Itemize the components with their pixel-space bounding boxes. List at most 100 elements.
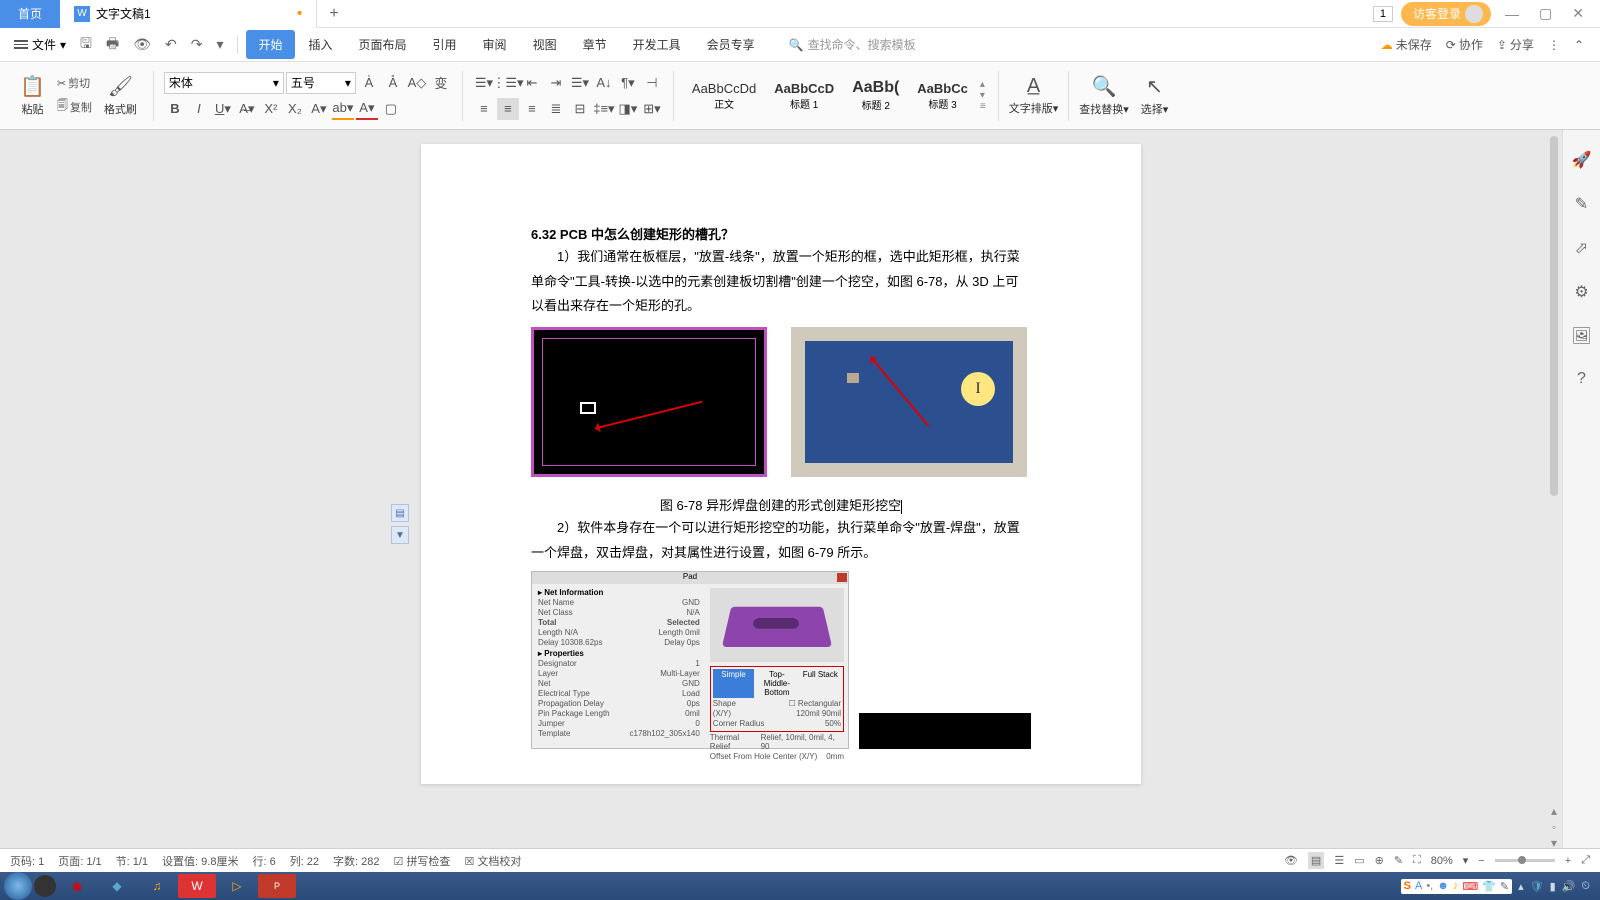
show-marks-icon[interactable]: ¶▾ <box>617 72 639 94</box>
align-center-icon[interactable]: ≡ <box>497 98 519 120</box>
embedded-image-1[interactable] <box>531 327 767 477</box>
style-body[interactable]: AaBbCcDd正文 <box>684 79 764 113</box>
taskbar-app-3[interactable]: ◆ <box>98 874 136 898</box>
collapse-ribbon-icon[interactable]: ⌃ <box>1574 38 1584 52</box>
close-button[interactable]: ✕ <box>1566 5 1590 22</box>
embedded-image-3[interactable]: Pad ▸ Net Information Net NameGND Net Cl… <box>531 571 849 749</box>
line-spacing-top-icon[interactable]: ☰▾ <box>569 72 591 94</box>
tab-document[interactable]: W 文字文稿1 • <box>60 0 317 28</box>
distribute-icon[interactable]: ⊟ <box>569 98 591 120</box>
status-page-no[interactable]: 页码: 1 <box>10 853 44 869</box>
borders-icon[interactable]: ⊞▾ <box>641 98 663 120</box>
settings-sliders-icon[interactable]: ⚙ <box>1574 282 1588 302</box>
page-tool-2[interactable]: ▼ <box>391 526 409 544</box>
menu-references[interactable]: 引用 <box>421 30 469 59</box>
chevron-down-icon[interactable]: ▾ <box>210 36 229 53</box>
paste-button[interactable]: 📋粘贴 <box>14 72 51 119</box>
copy-button[interactable]: 🗐 复制 <box>53 95 96 118</box>
strikethrough-icon[interactable]: A̶▾ <box>236 98 258 120</box>
tab-stop-icon[interactable]: ⊣ <box>641 72 663 94</box>
menu-start[interactable]: 开始 <box>246 30 294 59</box>
taskbar-app-5[interactable]: W <box>178 874 216 898</box>
text-layout-button[interactable]: A̲文字排版▾ <box>1003 73 1065 118</box>
increase-indent-icon[interactable]: ⇥ <box>545 72 567 94</box>
status-page[interactable]: 页面: 1/1 <box>58 853 101 869</box>
taskbar-app-4[interactable]: ♫ <box>138 874 176 898</box>
numbering-icon[interactable]: ⋮☰▾ <box>497 72 519 94</box>
eye-icon[interactable]: 👁 <box>1284 854 1298 867</box>
command-search[interactable]: 🔍 查找命令、搜索模板 <box>789 36 916 53</box>
save-icon[interactable]: 🖫 <box>74 33 98 57</box>
collaborate-button[interactable]: ⟳协作 <box>1446 36 1483 53</box>
taskbar-app-6[interactable]: ▷ <box>218 874 256 898</box>
tray-expand-icon[interactable]: ▴ <box>1518 880 1524 893</box>
style-scroll-down[interactable]: ▾ <box>980 90 986 101</box>
start-button[interactable] <box>4 872 32 900</box>
tray-security-icon[interactable]: 🛡 <box>1530 880 1544 893</box>
tab-home[interactable]: 首页 <box>0 0 60 28</box>
font-size-select[interactable]: 五号▾ <box>286 72 356 94</box>
embedded-image-4[interactable] <box>859 713 1031 749</box>
find-replace-button[interactable]: 🔍查找替换▾ <box>1073 72 1135 119</box>
char-border-icon[interactable]: ▢ <box>380 98 402 120</box>
vertical-scrollbar[interactable]: ▴ ◦ ▾ <box>1548 132 1560 850</box>
read-view-icon[interactable]: ▭ <box>1354 854 1364 867</box>
bold-icon[interactable]: B <box>164 98 186 120</box>
undo-icon[interactable]: ↶ <box>159 36 183 53</box>
fit-width-icon[interactable]: ⛶ <box>1413 854 1421 867</box>
highlight-color-icon[interactable]: ab▾ <box>332 98 354 120</box>
select-tool-icon[interactable]: ⬀ <box>1575 238 1588 258</box>
highlight-toggle-icon[interactable]: ✎ <box>1394 854 1403 867</box>
print-preview-icon[interactable]: 👁 <box>127 36 157 53</box>
taskbar-app-1[interactable] <box>34 875 56 897</box>
phonetic-icon[interactable]: 变 <box>430 72 452 94</box>
page-view-icon[interactable]: ▤ <box>1308 852 1324 869</box>
shrink-font-icon[interactable]: A̎ <box>382 72 404 94</box>
scroll-up-icon[interactable]: ▴ <box>1551 804 1557 818</box>
fullscreen-icon[interactable]: ⤢ <box>1581 854 1590 867</box>
zoom-in-icon[interactable]: + <box>1565 855 1571 867</box>
style-scroll-up[interactable]: ▴ <box>980 79 986 90</box>
scrollbar-thumb[interactable] <box>1550 136 1558 496</box>
font-name-select[interactable]: 宋体▾ <box>164 72 284 94</box>
page-tool-1[interactable]: ▤ <box>391 504 409 522</box>
justify-icon[interactable]: ≣ <box>545 98 567 120</box>
more-icon[interactable]: ⋮ <box>1548 38 1560 52</box>
tray-battery-icon[interactable]: ▮ <box>1550 880 1556 893</box>
maximize-button[interactable]: ▢ <box>1533 5 1558 22</box>
cut-button[interactable]: ✂ 剪切 <box>53 73 96 93</box>
redo-icon[interactable]: ↷ <box>185 36 209 53</box>
style-heading2[interactable]: AaBb(标题 2 <box>844 77 907 114</box>
decrease-indent-icon[interactable]: ⇤ <box>521 72 543 94</box>
grow-font-icon[interactable]: A̍ <box>358 72 380 94</box>
edit-icon[interactable]: ✎ <box>1575 194 1588 214</box>
file-menu[interactable]: 文件 ▾ <box>8 34 72 55</box>
ime-indicator[interactable]: S A •, ☻ ♪ ⌨ 👕 ✎ <box>1401 879 1513 894</box>
minimize-button[interactable]: — <box>1499 6 1525 22</box>
sort-icon[interactable]: A↓ <box>593 72 615 94</box>
status-words[interactable]: 字数: 282 <box>333 853 379 869</box>
print-icon[interactable]: 🖶 <box>100 33 125 57</box>
menu-insert[interactable]: 插入 <box>297 30 345 59</box>
tray-volume-icon[interactable]: 🔊 <box>1562 880 1576 893</box>
style-heading3[interactable]: AaBbCc标题 3 <box>909 79 976 113</box>
menu-dev-tools[interactable]: 开发工具 <box>621 30 693 59</box>
guest-login-button[interactable]: 访客登录 <box>1401 2 1491 26</box>
select-button[interactable]: ↖选择▾ <box>1135 72 1175 119</box>
align-right-icon[interactable]: ≡ <box>521 98 543 120</box>
font-color-icon[interactable]: A▾ <box>356 98 378 120</box>
underline-icon[interactable]: U▾ <box>212 98 234 120</box>
scroll-target-icon[interactable]: ◦ <box>1552 820 1556 834</box>
menu-section[interactable]: 章节 <box>571 30 619 59</box>
image-icon[interactable]: 🖼 <box>1571 326 1591 346</box>
doc-check-toggle[interactable]: ☒ 文档校对 <box>464 853 521 869</box>
outline-view-icon[interactable]: ☰ <box>1334 854 1344 867</box>
window-count-badge[interactable]: 1 <box>1373 6 1393 22</box>
rocket-icon[interactable]: 🚀 <box>1572 150 1592 170</box>
spell-check-toggle[interactable]: ☑ 拼写检查 <box>394 853 451 869</box>
style-expand[interactable]: ≡ <box>980 101 986 112</box>
menu-member[interactable]: 会员专享 <box>695 30 767 59</box>
menu-view[interactable]: 视图 <box>521 30 569 59</box>
subscript-icon[interactable]: X₂ <box>284 98 306 120</box>
text-effects-icon[interactable]: A▾ <box>308 98 330 120</box>
